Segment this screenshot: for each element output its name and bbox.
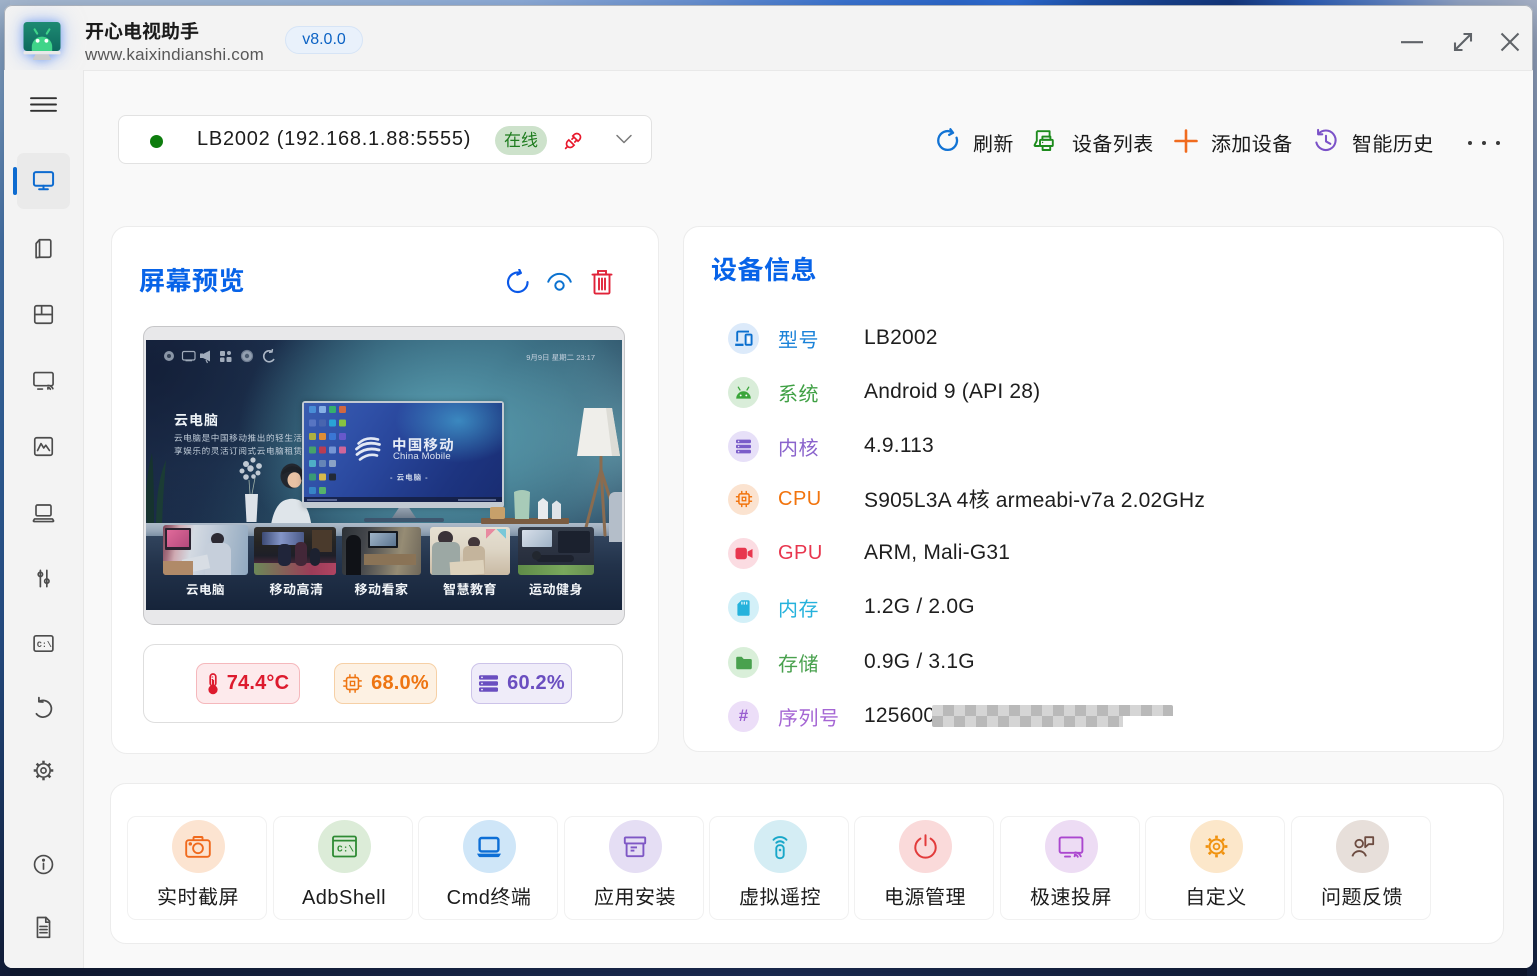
svg-text:C:\: C:\: [37, 640, 52, 650]
svg-text:C:\: C:\: [337, 844, 354, 855]
